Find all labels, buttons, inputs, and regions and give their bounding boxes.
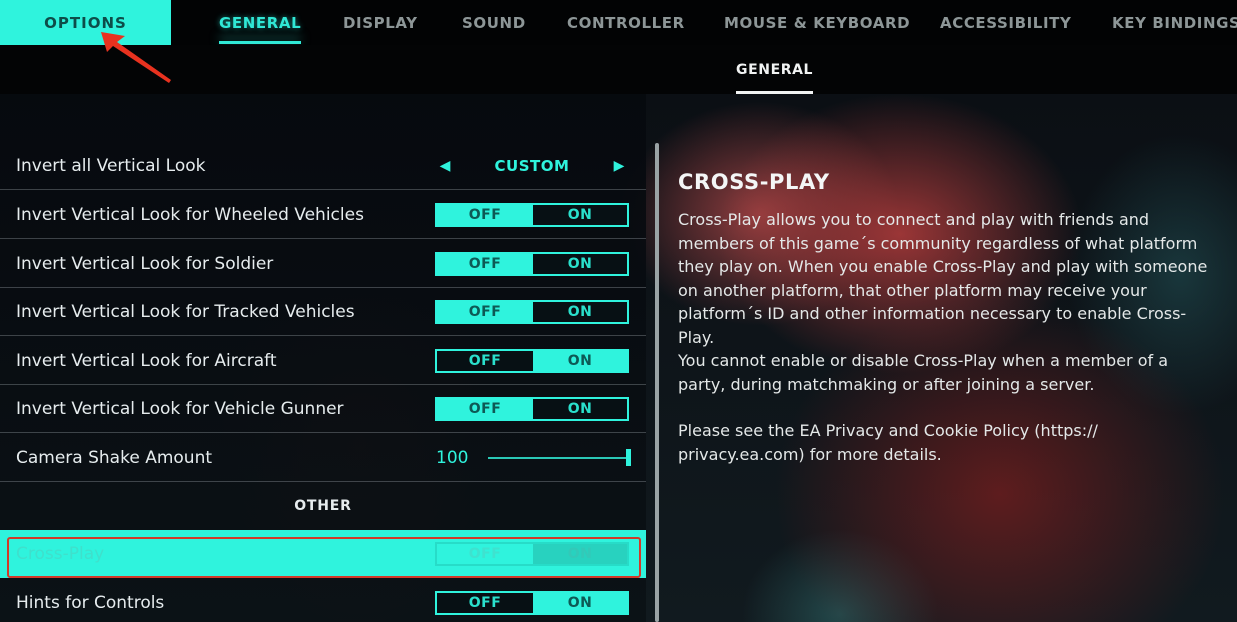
description-paragraph: You cannot enable or disable Cross-Play … <box>678 351 1169 394</box>
setting-row-hints: Hints for Controls OFF ON <box>0 579 646 622</box>
setting-label: Invert Vertical Look for Wheeled Vehicle… <box>16 205 364 225</box>
setting-row-camera-shake: Camera Shake Amount 100 <box>0 434 646 482</box>
toggle-off-option[interactable]: OFF <box>437 351 533 371</box>
toggle-off-option[interactable]: OFF <box>437 205 533 225</box>
toggle-on-option[interactable]: ON <box>533 302 627 322</box>
tab-accessibility[interactable]: ACCESSIBILITY <box>940 0 1071 45</box>
toggle-off-option[interactable]: OFF <box>437 302 533 322</box>
wheeled-vehicles-toggle[interactable]: OFF ON <box>435 203 629 227</box>
camera-shake-slider-thumb[interactable] <box>626 449 631 466</box>
toggle-on-option[interactable]: ON <box>533 205 627 225</box>
setting-row-vehicle-gunner: Invert Vertical Look for Vehicle Gunner … <box>0 385 646 433</box>
chevron-right-icon[interactable]: ▶ <box>609 158 629 174</box>
toggle-off-option[interactable]: OFF <box>437 399 533 419</box>
tab-general[interactable]: GENERAL <box>219 0 302 45</box>
selector-value: CUSTOM <box>494 157 570 175</box>
setting-row-aircraft: Invert Vertical Look for Aircraft OFF ON <box>0 337 646 385</box>
toggle-on-option[interactable]: ON <box>533 593 627 613</box>
hints-toggle[interactable]: OFF ON <box>435 591 629 615</box>
invert-all-selector[interactable]: ◀ CUSTOM ▶ <box>435 142 629 190</box>
annotation-arrow-icon <box>101 32 171 83</box>
settings-scrollbar[interactable] <box>655 143 659 622</box>
tab-sound[interactable]: SOUND <box>462 0 526 45</box>
camera-shake-slider-track[interactable] <box>488 457 628 459</box>
setting-label: Invert Vertical Look for Vehicle Gunner <box>16 399 344 419</box>
setting-row-wheeled-vehicles: Invert Vertical Look for Wheeled Vehicle… <box>0 191 646 239</box>
vehicle-gunner-toggle[interactable]: OFF ON <box>435 397 629 421</box>
soldier-toggle[interactable]: OFF ON <box>435 252 629 276</box>
setting-label: Invert Vertical Look for Soldier <box>16 254 274 274</box>
camera-shake-value: 100 <box>436 448 469 468</box>
setting-row-soldier: Invert Vertical Look for Soldier OFF ON <box>0 240 646 288</box>
section-heading-other: OTHER <box>294 498 352 514</box>
description-privacy-note: Please see the EA Privacy and Cookie Pol… <box>678 421 1098 464</box>
setting-label: Invert Vertical Look for Aircraft <box>16 351 277 371</box>
setting-row-invert-all: Invert all Vertical Look ◀ CUSTOM ▶ <box>0 142 646 190</box>
setting-label: Invert all Vertical Look <box>16 156 206 176</box>
annotation-highlight-box <box>7 537 641 578</box>
toggle-on-option[interactable]: ON <box>533 399 627 419</box>
tab-key-bindings[interactable]: KEY BINDINGS <box>1112 0 1237 45</box>
description-panel: CROSS-PLAY Cross-Play allows you to conn… <box>678 170 1218 466</box>
aircraft-toggle[interactable]: OFF ON <box>435 349 629 373</box>
description-title: CROSS-PLAY <box>678 170 830 194</box>
toggle-off-option[interactable]: OFF <box>437 254 533 274</box>
setting-label: Hints for Controls <box>16 593 165 613</box>
toggle-on-option[interactable]: ON <box>533 351 627 371</box>
setting-row-tracked-vehicles: Invert Vertical Look for Tracked Vehicle… <box>0 288 646 336</box>
tab-mouse-keyboard[interactable]: MOUSE & KEYBOARD <box>724 0 910 45</box>
sub-nav-bar <box>0 45 1237 94</box>
chevron-left-icon[interactable]: ◀ <box>435 158 455 174</box>
description-paragraph: Cross-Play allows you to connect and pla… <box>678 210 1208 347</box>
tab-display[interactable]: DISPLAY <box>343 0 418 45</box>
toggle-off-option[interactable]: OFF <box>437 593 533 613</box>
sub-tab-general[interactable]: GENERAL <box>736 45 814 94</box>
setting-label: Camera Shake Amount <box>16 448 213 468</box>
toggle-on-option[interactable]: ON <box>533 254 627 274</box>
setting-label: Invert Vertical Look for Tracked Vehicle… <box>16 302 355 322</box>
tab-controller[interactable]: CONTROLLER <box>567 0 685 45</box>
tracked-vehicles-toggle[interactable]: OFF ON <box>435 300 629 324</box>
